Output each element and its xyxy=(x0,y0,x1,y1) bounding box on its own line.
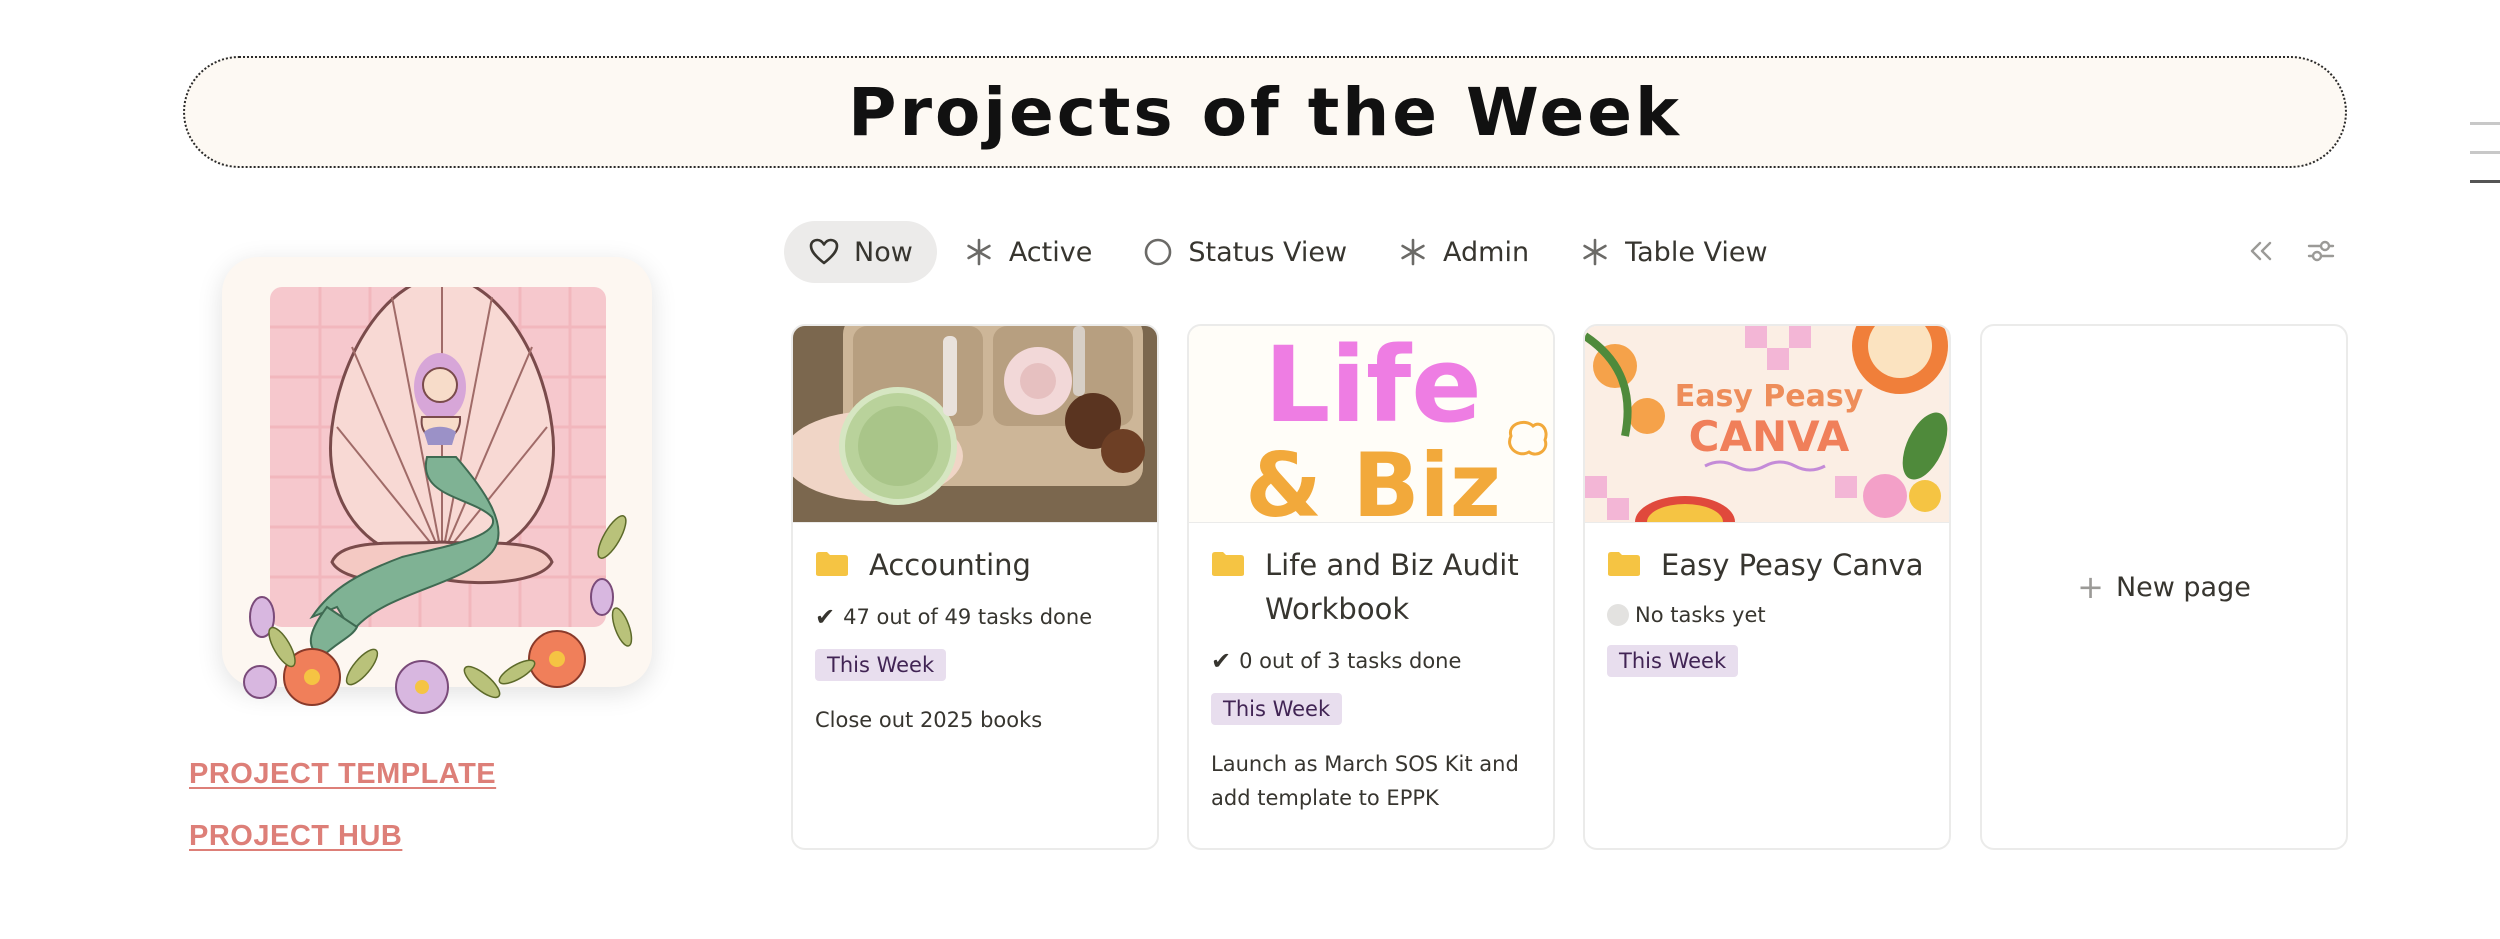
tab-status-view[interactable]: Status View xyxy=(1118,221,1371,283)
folder-icon xyxy=(816,552,848,576)
card-cover-image: Life & Biz xyxy=(1189,326,1553,523)
new-page-button[interactable]: + New page xyxy=(1980,324,2348,850)
folder-icon xyxy=(1212,552,1244,576)
folder-icon xyxy=(1608,552,1640,576)
project-hub-link[interactable]: PROJECT HUB xyxy=(189,820,402,853)
status-tag: This Week xyxy=(1211,693,1343,725)
checkmark-icon: ✔ xyxy=(1211,647,1232,675)
mermaid-illustration xyxy=(222,257,652,714)
page-outline[interactable] xyxy=(2470,122,2500,209)
card-progress: ✔ 47 out of 49 tasks done xyxy=(815,603,1135,631)
status-tag: This Week xyxy=(815,649,947,681)
collapse-icon[interactable] xyxy=(2244,234,2278,268)
view-toolbar xyxy=(2244,234,2338,268)
heart-icon xyxy=(808,236,840,268)
tab-label: Active xyxy=(1008,236,1093,268)
card-title: Accounting xyxy=(869,548,1031,582)
filter-settings-icon[interactable] xyxy=(2304,234,2338,268)
asterisk-icon xyxy=(1397,236,1429,268)
card-cover-image xyxy=(793,326,1157,523)
outline-mark[interactable] xyxy=(2470,122,2500,125)
plus-icon: + xyxy=(2077,568,2104,606)
banner-title: Projects of the Week xyxy=(848,73,1682,151)
tab-label: Table View xyxy=(1625,236,1768,268)
tab-now[interactable]: Now xyxy=(784,221,937,283)
tab-table-view[interactable]: Table View xyxy=(1555,221,1791,283)
cover-text-life: Life xyxy=(1264,326,1482,446)
progress-text: No tasks yet xyxy=(1635,603,1766,627)
circle-icon xyxy=(1142,236,1174,268)
status-tag: This Week xyxy=(1607,645,1739,677)
card-title: Easy Peasy Canva xyxy=(1661,548,1924,582)
project-card-easy-peasy-canva[interactable]: Easy Peasy CANVA Easy Peasy Canva No tas… xyxy=(1583,324,1951,850)
checkmark-icon: ✔ xyxy=(815,603,836,631)
outline-mark-active[interactable] xyxy=(2470,180,2500,183)
new-page-label: New page xyxy=(2115,571,2251,603)
asterisk-icon xyxy=(1579,236,1611,268)
tab-label: Now xyxy=(854,236,913,268)
view-tabs: Now Active Status View Admin Table View xyxy=(784,220,1794,284)
card-progress: ✔ 0 out of 3 tasks done xyxy=(1211,647,1531,675)
empty-circle-icon xyxy=(1607,604,1629,626)
card-progress: No tasks yet xyxy=(1607,603,1927,627)
tab-admin[interactable]: Admin xyxy=(1373,221,1553,283)
project-card-accounting[interactable]: Accounting ✔ 47 out of 49 tasks done This… xyxy=(791,324,1159,850)
tab-label: Status View xyxy=(1188,236,1348,268)
page-banner: Projects of the Week xyxy=(183,56,2347,168)
cover-text-biz: & Biz xyxy=(1245,434,1501,522)
progress-text: 0 out of 3 tasks done xyxy=(1239,649,1462,673)
project-card-life-biz[interactable]: Life & Biz Life and Biz Audit Workbook ✔… xyxy=(1187,324,1555,850)
cover-text-easy-peasy: Easy Peasy xyxy=(1675,379,1864,414)
tab-active[interactable]: Active xyxy=(939,221,1117,283)
cover-text-canva: CANVA xyxy=(1689,412,1850,461)
tab-label: Admin xyxy=(1443,236,1530,268)
card-note: Close out 2025 books xyxy=(815,708,1043,732)
card-note: Launch as March SOS Kit and add template… xyxy=(1211,752,1519,810)
card-title: Life and Biz Audit Workbook xyxy=(1265,548,1519,626)
asterisk-icon xyxy=(963,236,995,268)
card-cover-image: Easy Peasy CANVA xyxy=(1585,326,1949,523)
project-template-link[interactable]: PROJECT TEMPLATE xyxy=(189,758,496,791)
progress-text: 47 out of 49 tasks done xyxy=(843,605,1093,629)
mermaid-shell-image xyxy=(243,287,633,714)
outline-mark[interactable] xyxy=(2470,151,2500,154)
